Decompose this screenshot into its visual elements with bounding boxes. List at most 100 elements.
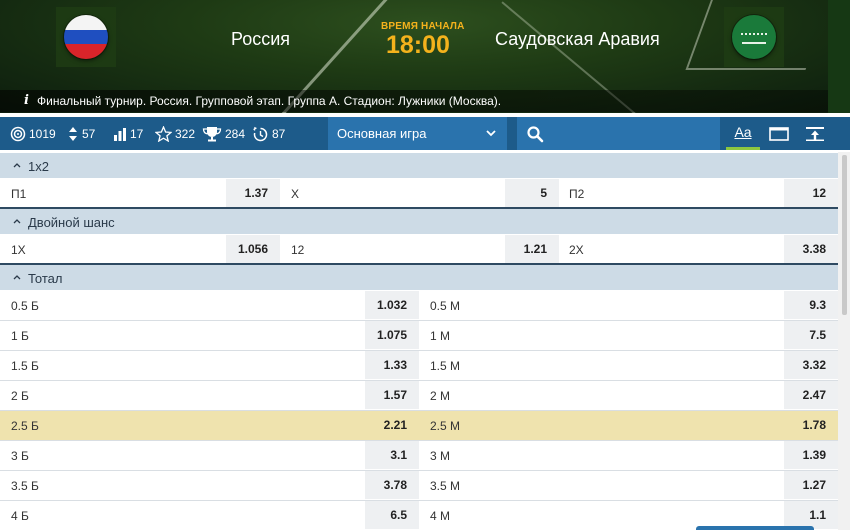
under-label: 4 М — [430, 509, 451, 523]
table-row: 1 Б 1.075 1 М 7.5 — [0, 321, 838, 351]
odd-button[interactable]: 5 — [505, 179, 559, 207]
collapse-caret-icon — [13, 163, 21, 168]
chevron-down-icon — [486, 130, 496, 137]
under-label: 1 М — [430, 329, 451, 343]
odd-button[interactable]: 2.47 — [784, 381, 838, 409]
under-label: 0.5 М — [430, 299, 461, 313]
market-toolbar: 1019 57 17 322 284 87 Основная игра Aa — [0, 117, 850, 150]
odd-button[interactable]: 1.57 — [365, 381, 419, 409]
table-row: 3 Б 3.1 3 М 1.39 — [0, 441, 838, 471]
odd-button[interactable]: 3.32 — [784, 351, 838, 379]
table-row: 2 Б 1.57 2 М 2.47 — [0, 381, 838, 411]
event-page: Россия ВРЕМЯ НАЧАЛА 18:00 Саудовская Ара… — [0, 0, 850, 530]
over-label: 4 Б — [11, 509, 29, 523]
search-icon — [527, 126, 544, 143]
away-flag-box — [724, 7, 784, 67]
count-label: 17 — [130, 126, 144, 141]
under-label: 3 М — [430, 449, 451, 463]
table-row: 1.5 Б 1.33 1.5 М 3.32 — [0, 351, 838, 381]
bars-icon — [114, 127, 126, 141]
all-markets-icon — [10, 126, 26, 141]
outcome-label: 12 — [291, 243, 305, 257]
filter-sort[interactable]: 57 — [67, 117, 95, 150]
event-info-text: Финальный турнир. Россия. Групповой этап… — [37, 94, 502, 108]
table-row: 1X 1.056 12 1.21 2X 3.38 — [0, 235, 838, 265]
outcome-label: П1 — [11, 187, 27, 201]
info-icon: i — [24, 93, 29, 108]
market-title: Тотал — [28, 271, 63, 286]
odd-button[interactable]: 12 — [784, 179, 838, 207]
over-label: 1.5 Б — [11, 359, 39, 373]
over-label: 0.5 Б — [11, 299, 39, 313]
home-team-name: Россия — [231, 29, 291, 49]
count-label: 57 — [82, 126, 96, 141]
odd-button[interactable]: 9.3 — [784, 291, 838, 319]
table-row: П1 1.37 X 5 П2 12 — [0, 179, 838, 209]
odd-button[interactable]: 1.33 — [365, 351, 419, 379]
count-label: 87 — [272, 126, 286, 141]
odd-button[interactable]: 1.39 — [784, 441, 838, 469]
russia-flag-icon — [64, 15, 108, 59]
away-team-name: Саудовская Аравия — [495, 29, 660, 49]
pin-to-top-icon — [806, 126, 824, 141]
odd-button[interactable]: 2.21 — [365, 411, 419, 439]
odd-button[interactable]: 1.27 — [784, 471, 838, 499]
start-time: 18:00 — [386, 31, 450, 59]
odd-button[interactable]: 1.056 — [226, 235, 280, 263]
market-header-double-chance[interactable]: Двойной шанс — [0, 209, 838, 234]
count-label: 1019 — [29, 126, 56, 141]
outcome-label: 1X — [11, 243, 26, 257]
filter-stats[interactable]: 17 — [113, 117, 143, 150]
count-label: 284 — [225, 126, 246, 141]
event-header: Россия ВРЕМЯ НАЧАЛА 18:00 Саудовская Ара… — [0, 0, 850, 113]
odd-button[interactable]: 3.38 — [784, 235, 838, 263]
odd-button[interactable]: 3.78 — [365, 471, 419, 499]
layout-pin-button[interactable] — [798, 117, 832, 150]
floating-panel-tab[interactable] — [696, 526, 814, 530]
filter-trophy[interactable]: 284 — [202, 117, 245, 150]
under-label: 1.5 М — [430, 359, 461, 373]
odd-button[interactable]: 6.5 — [365, 501, 419, 529]
odd-button[interactable]: 7.5 — [784, 321, 838, 349]
home-flag-box — [56, 7, 116, 67]
odd-button[interactable]: 1.78 — [784, 411, 838, 439]
market-title: Двойной шанс — [28, 215, 115, 230]
timer-icon — [253, 126, 268, 141]
outcome-label: 2X — [569, 243, 584, 257]
font-size-button[interactable]: Aa — [726, 117, 760, 150]
filter-all-markets[interactable]: 1019 — [10, 117, 56, 150]
over-label: 3 Б — [11, 449, 29, 463]
header-edge — [828, 0, 850, 113]
saudi-arabia-flag-icon — [732, 15, 776, 59]
font-size-icon: Aa — [734, 124, 752, 140]
collapse-caret-icon — [13, 275, 21, 280]
sort-arrows-icon — [69, 126, 77, 141]
table-row: 0.5 Б 1.032 0.5 М 9.3 — [0, 291, 838, 321]
star-icon — [155, 125, 172, 142]
market-header-1x2[interactable]: 1x2 — [0, 153, 838, 178]
market-header-total[interactable]: Тотал — [0, 265, 838, 290]
over-label: 2.5 Б — [11, 419, 39, 433]
layout-wide-button[interactable] — [762, 117, 796, 150]
over-label: 1 Б — [11, 329, 29, 343]
market-title: 1x2 — [28, 159, 49, 174]
odd-button[interactable]: 1.37 — [226, 179, 280, 207]
odd-button[interactable]: 3.1 — [365, 441, 419, 469]
filter-timer[interactable]: 87 — [252, 117, 285, 150]
table-row: 3.5 Б 3.78 3.5 М 1.27 — [0, 471, 838, 501]
odd-button[interactable]: 1.1 — [784, 501, 838, 529]
event-info-bar: i Финальный турнир. Россия. Групповой эт… — [0, 90, 828, 112]
market-search[interactable] — [517, 117, 720, 150]
collapse-caret-icon — [13, 219, 21, 224]
single-column-icon — [769, 126, 789, 141]
market-group-select[interactable]: Основная игра — [328, 117, 507, 150]
scrollbar-thumb[interactable] — [842, 155, 847, 315]
search-input[interactable] — [549, 123, 709, 143]
under-label: 2 М — [430, 389, 451, 403]
odd-button[interactable]: 1.032 — [365, 291, 419, 319]
outcome-label: X — [291, 187, 300, 201]
odd-button[interactable]: 1.21 — [505, 235, 559, 263]
odd-button[interactable]: 1.075 — [365, 321, 419, 349]
table-row-highlighted: 2.5 Б 2.21 2.5 М 1.78 — [0, 411, 838, 441]
filter-favorites[interactable]: 322 — [155, 117, 195, 150]
